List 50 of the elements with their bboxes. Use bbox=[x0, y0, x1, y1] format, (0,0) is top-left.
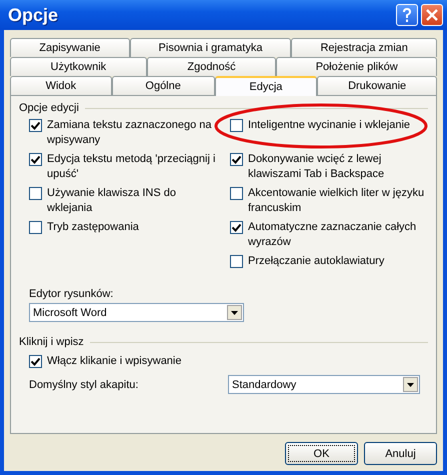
checkbox[interactable] bbox=[230, 221, 243, 234]
checkbox-label: Włącz klikanie i wpisywanie bbox=[47, 354, 182, 369]
checkbox-label: Używanie klawisza INS do wklejania bbox=[47, 186, 177, 216]
check-mark-icon bbox=[31, 358, 40, 366]
tab[interactable]: Pisownia i gramatyka bbox=[130, 38, 292, 57]
checkbox-label: Zamiana tekstu zaznaczonego na wpisywany bbox=[47, 118, 212, 148]
tab[interactable]: Zapisywanie bbox=[10, 38, 130, 57]
question-mark-icon bbox=[401, 7, 413, 23]
checkbox[interactable] bbox=[230, 153, 243, 166]
tab[interactable]: Użytkownik bbox=[10, 57, 147, 76]
check-mark-icon bbox=[232, 156, 241, 164]
tab[interactable]: Położenie plików bbox=[276, 57, 437, 76]
tab[interactable]: Drukowanie bbox=[317, 76, 437, 95]
check-mark-icon bbox=[232, 224, 241, 232]
window-title: Opcje bbox=[8, 4, 58, 26]
field-label: Edytor rysunków: bbox=[29, 288, 114, 300]
checkbox-label: Tryb zastępowania bbox=[47, 220, 139, 235]
help-button[interactable] bbox=[396, 4, 418, 26]
checkbox[interactable] bbox=[29, 355, 42, 368]
tab[interactable]: Widok bbox=[10, 76, 112, 95]
dialog-button[interactable]: Anuluj bbox=[364, 442, 437, 465]
checkbox-label: Edycja tekstu metodą 'przeciągnij i upuść' bbox=[47, 152, 216, 182]
checkbox[interactable] bbox=[230, 119, 243, 132]
tab[interactable]: Rejestracja zmian bbox=[291, 38, 437, 57]
checkbox[interactable] bbox=[230, 187, 243, 200]
checkbox[interactable] bbox=[230, 255, 243, 268]
checkbox[interactable] bbox=[29, 221, 42, 234]
checkbox-label: Inteligentne wycinanie i wklejanie bbox=[248, 118, 410, 133]
caret-icon bbox=[407, 382, 414, 386]
dialog-button[interactable]: OK bbox=[285, 442, 358, 465]
check-mark-icon bbox=[31, 122, 40, 130]
tab[interactable]: Edycja bbox=[214, 76, 318, 96]
field-label: Domyślny styl akapitu: bbox=[29, 378, 138, 390]
checkbox-label: Akcentowanie wielkich liter w języku francuskim bbox=[248, 186, 426, 216]
group-title: Kliknij i wpisz bbox=[19, 336, 84, 348]
checkbox-label: Automatyczne zaznaczanie całych wyrazów bbox=[248, 220, 418, 250]
caret-icon bbox=[231, 310, 238, 314]
dropdown[interactable]: Microsoft Word bbox=[29, 303, 244, 322]
check-mark-icon bbox=[31, 156, 40, 164]
tab[interactable]: Zgodność bbox=[146, 57, 276, 76]
group-title: Opcje edycji bbox=[19, 102, 79, 114]
dropdown[interactable]: Standardowy bbox=[228, 375, 420, 394]
close-button[interactable] bbox=[421, 4, 443, 26]
checkbox[interactable] bbox=[29, 119, 42, 132]
checkbox[interactable] bbox=[29, 153, 42, 166]
checkbox-label: Przełączanie autoklawiatury bbox=[248, 254, 384, 269]
close-icon bbox=[426, 9, 438, 21]
checkbox[interactable] bbox=[29, 187, 42, 200]
tab[interactable]: Ogólne bbox=[112, 76, 215, 95]
checkbox-label: Dokonywanie wcięć z lewej klawiszami Tab i Backspace bbox=[248, 152, 386, 182]
